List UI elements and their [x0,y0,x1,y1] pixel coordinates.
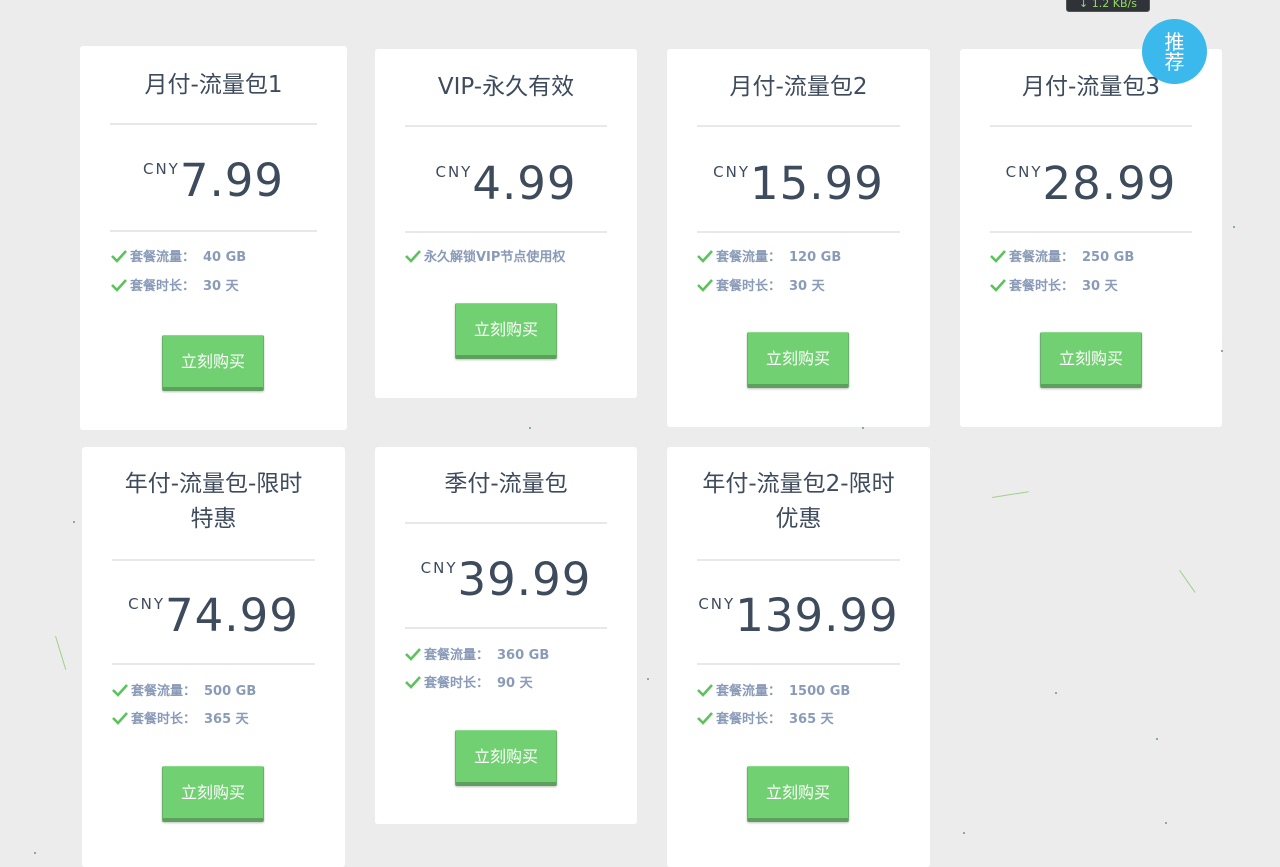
divider [112,663,315,665]
checkmark-icon [405,250,421,263]
checkmark-icon [697,684,713,697]
plan-price: CNY28.99 [960,157,1222,210]
background-particle [1055,692,1057,694]
background-link-line [55,636,67,670]
checkmark-icon [405,648,421,661]
checkmark-icon [405,676,421,689]
feature-item: 套餐时长： 365 天 [697,711,834,728]
checkmark-icon [697,250,713,263]
plan-card-yearly-2: 年付-流量包2-限时 优惠 CNY139.99 套餐流量： 1500 GB 套餐时长… [667,447,930,867]
background-particle [73,521,75,523]
currency-label: CNY [713,163,751,181]
plan-card-vip: VIP-永久有效 CNY4.99 永久解锁VIP节点使用权 立刻购买 [375,49,637,398]
checkmark-icon [112,684,128,697]
recommended-badge: 推荐 [1142,19,1207,84]
currency-label: CNY [435,163,473,181]
price-value: 7.99 [179,154,285,207]
feature-item: 套餐流量： 500 GB [112,683,256,700]
network-speed-indicator: ↓ 1.2 KB/s [1066,0,1150,12]
price-value: 139.99 [735,589,899,642]
divider [405,627,607,629]
feature-item: 套餐时长： 365 天 [112,711,249,728]
divider [405,125,607,127]
background-particle [34,852,36,854]
plan-card-yearly-1: 年付-流量包-限时 特惠 CNY74.99 套餐流量： 500 GB 套餐时长： 36… [82,447,345,867]
currency-label: CNY [128,595,166,613]
buy-now-button[interactable]: 立刻购买 [747,332,849,388]
plan-price: CNY139.99 [667,589,930,642]
plan-card-monthly-1: 月付-流量包1 CNY7.99 套餐流量： 40 GB 套餐时长： 30 天 立刻购… [80,46,347,430]
plan-title: VIP-永久有效 [437,74,575,100]
feature-item: 套餐流量： 120 GB [697,249,841,266]
buy-now-button[interactable]: 立刻购买 [455,730,557,786]
plan-title: 年付-流量包-限时 特惠 [124,471,303,532]
plan-price: CNY7.99 [80,154,347,207]
buy-now-button[interactable]: 立刻购买 [747,766,849,822]
plan-card-monthly-3: 月付-流量包3 CNY28.99 套餐流量： 250 GB 套餐时长： 30 天 立… [960,49,1222,427]
buy-now-button[interactable]: 立刻购买 [162,766,264,822]
feature-item: 套餐时长： 30 天 [990,278,1118,295]
price-value: 74.99 [165,589,299,642]
divider [990,125,1192,127]
plan-card-quarterly: 季付-流量包 CNY39.99 套餐流量： 360 GB 套餐时长： 90 天 立刻… [375,447,637,824]
background-particle [862,427,864,429]
checkmark-icon [111,250,127,263]
plan-title: 季付-流量包 [444,471,568,497]
plan-price: CNY15.99 [667,157,930,210]
plan-price: CNY74.99 [82,589,345,642]
background-link-line [1179,570,1196,593]
buy-now-button[interactable]: 立刻购买 [455,303,557,359]
background-particle [963,832,965,834]
buy-now-button[interactable]: 立刻购买 [1040,332,1142,388]
feature-item: 套餐时长： 30 天 [697,278,825,295]
checkmark-icon [111,279,127,292]
checkmark-icon [697,712,713,725]
divider [110,230,317,232]
background-particle [1165,822,1167,824]
background-particle [647,678,649,680]
divider [110,123,317,125]
price-value: 39.99 [457,553,592,606]
price-value: 4.99 [472,157,577,210]
currency-label: CNY [698,595,736,613]
divider [112,559,315,561]
checkmark-icon [697,279,713,292]
plan-title: 年付-流量包2-限时 优惠 [702,471,895,532]
buy-now-button[interactable]: 立刻购买 [162,335,264,391]
checkmark-icon [112,712,128,725]
feature-item: 套餐流量： 360 GB [405,647,549,664]
divider [697,663,900,665]
currency-label: CNY [1005,163,1043,181]
background-particle [529,427,531,429]
feature-item: 永久解锁VIP节点使用权 [405,249,565,266]
divider [990,231,1192,233]
plan-title: 月付-流量包1 [144,72,283,98]
feature-item: 套餐时长： 30 天 [111,278,239,295]
plan-price: CNY4.99 [375,157,637,210]
checkmark-icon [990,279,1006,292]
checkmark-icon [990,250,1006,263]
plan-price: CNY39.99 [375,553,637,606]
currency-label: CNY [420,559,458,577]
background-particle [1233,226,1235,228]
currency-label: CNY [142,160,180,178]
plan-title: 月付-流量包2 [729,74,868,100]
background-link-line [992,491,1029,498]
feature-item: 套餐流量： 250 GB [990,249,1134,266]
divider [405,522,607,524]
price-value: 28.99 [1042,157,1177,210]
divider [697,559,900,561]
feature-item: 套餐时长： 90 天 [405,675,533,692]
feature-item: 套餐流量： 1500 GB [697,683,850,700]
divider [697,231,900,233]
price-value: 15.99 [750,157,884,210]
plan-card-monthly-2: 月付-流量包2 CNY15.99 套餐流量： 120 GB 套餐时长： 30 天 立… [667,49,930,427]
feature-item: 套餐流量： 40 GB [111,249,246,266]
divider [405,231,607,233]
background-particle [1156,738,1158,740]
divider [697,125,900,127]
background-particle [1221,350,1223,352]
